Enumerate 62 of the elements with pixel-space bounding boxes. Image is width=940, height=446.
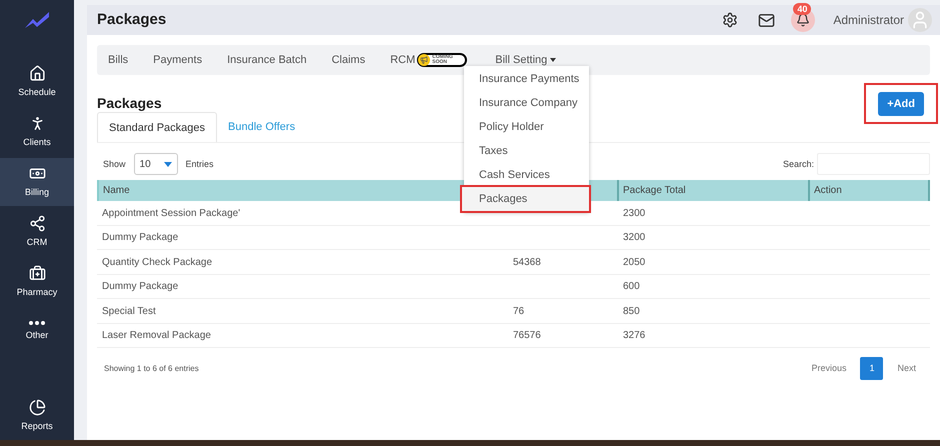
menu-item[interactable]: Policy Holder — [464, 115, 589, 139]
table-cell: 2300 — [623, 208, 646, 218]
menu-item[interactable]: Insurance Payments — [464, 67, 589, 91]
table-cell: 54368 — [513, 256, 541, 268]
sidebar-item[interactable]: Reports — [0, 392, 74, 440]
page-title: Packages — [97, 10, 166, 30]
ellipsis-icon — [29, 321, 45, 326]
notification-badge: 40 — [793, 3, 812, 15]
table-cell: 3200 — [623, 232, 646, 243]
menu-item[interactable]: Insurance Company — [464, 91, 589, 115]
page-size-select[interactable]: 10 — [134, 153, 178, 176]
nav-link[interactable]: Bills — [108, 52, 128, 68]
table-info: Showing 1 to 6 of 6 entries — [103, 362, 199, 375]
nav-link[interactable]: Claims — [332, 52, 366, 68]
pie-chart-icon — [28, 398, 46, 416]
column-header: Package Total — [617, 180, 808, 202]
table-cell: 2050 — [623, 256, 646, 268]
house-icon — [28, 64, 46, 82]
nav-dropdown[interactable]: Bill Setting — [495, 52, 556, 68]
menu-item[interactable]: Packages — [462, 187, 589, 211]
table-cell: 3276 — [623, 330, 646, 341]
search-label: Search: — [782, 158, 814, 170]
table-cell: 600 — [623, 281, 640, 292]
caret-icon — [550, 58, 556, 62]
table-cell: 76 — [513, 306, 524, 316]
mail-icon[interactable] — [758, 12, 776, 28]
nav-link[interactable]: Insurance Batch — [227, 52, 307, 68]
next-link[interactable]: Next — [897, 362, 916, 376]
sidebar-item[interactable]: Billing — [0, 158, 74, 206]
tab[interactable]: Standard Packages — [97, 112, 218, 142]
settings-icon[interactable] — [722, 12, 738, 28]
table-cell: Laser Removal Package — [102, 330, 211, 341]
menu-item[interactable]: Cash Services — [464, 163, 589, 187]
logo-icon — [23, 10, 51, 30]
nav-link[interactable]: Payments — [153, 52, 202, 68]
menu-item[interactable]: Taxes — [464, 139, 589, 163]
medical-kit-icon — [28, 264, 46, 282]
sidebar-item[interactable]: CRM — [0, 208, 74, 256]
table-cell: Quantity Check Package — [102, 256, 212, 268]
sidebar-item[interactable]: Pharmacy — [0, 258, 74, 306]
nav-link[interactable]: RCM — [390, 52, 416, 68]
bell-icon[interactable] — [796, 13, 810, 27]
caret-icon — [164, 162, 172, 167]
table-cell: 850 — [623, 306, 640, 316]
sidebar-item[interactable]: Schedule — [0, 58, 74, 106]
table-cell: 76576 — [513, 330, 541, 341]
table-cell: Special Test — [102, 306, 156, 316]
add-button[interactable]: +Add — [878, 92, 924, 116]
column-header: Action — [808, 180, 930, 202]
table-cell: Dummy Package — [102, 232, 178, 243]
previous-link[interactable]: Previous — [811, 362, 846, 376]
megaphone-icon — [420, 56, 428, 64]
user-name[interactable]: Administrator — [833, 11, 904, 29]
page-button[interactable]: 1 — [860, 357, 884, 380]
sidebar-item[interactable]: Clients — [0, 108, 74, 156]
section-title: Packages — [97, 94, 162, 114]
entries-label: Entries — [186, 158, 214, 170]
sidebar-item[interactable]: Other — [0, 308, 74, 356]
nodes-icon — [28, 214, 46, 232]
table-cell: Appointment Session Package' — [102, 208, 240, 218]
show-label: Show — [103, 158, 126, 170]
table-cell: Dummy Package — [102, 281, 178, 292]
